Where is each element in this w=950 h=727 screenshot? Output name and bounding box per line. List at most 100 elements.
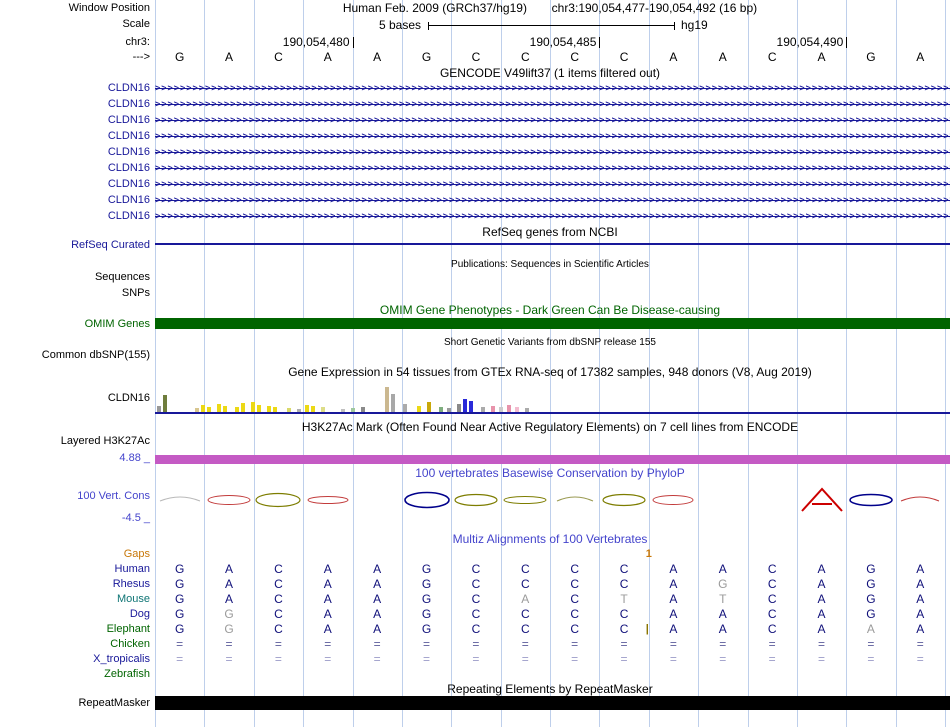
aligned-base: A [669,577,678,591]
aligned-base: C [619,562,629,576]
multiz-species-label[interactable]: Dog [0,608,150,621]
multiz-row[interactable]: = = = = = = = = = = = = = = = = [155,637,950,652]
aligned-base: A [718,607,727,621]
multiz-species-label[interactable]: Rhesus [0,578,150,591]
aligned-base: A [669,622,678,636]
aligned-base: C [570,577,580,591]
aligned-base: = [818,652,826,666]
aligned-base: C [471,622,481,636]
aligned-base: = [916,637,924,651]
aligned-base: A [817,622,826,636]
aligned-base: = [571,652,579,666]
repeatmasker-item[interactable] [155,696,950,710]
aligned-base: C [570,592,580,606]
aligned-base: G [421,592,432,606]
aligned-base: C [274,592,283,606]
aligned-base: C [767,607,777,621]
aligned-base: = [571,637,579,651]
aligned-base: = [719,652,727,666]
aligned-base: A [916,577,925,591]
aligned-base: A [323,607,332,621]
aligned-base: A [225,577,234,591]
aligned-base: T [620,592,628,606]
aligned-base: = [669,652,677,666]
aligned-base: C [471,607,481,621]
aligned-base: C [520,577,530,591]
aligned-base: A [866,622,875,636]
aligned-base: = [373,652,381,666]
aligned-base: = [867,637,875,651]
aligned-base: = [768,652,776,666]
aligned-base: A [225,592,234,606]
repeatmasker-track-title[interactable]: Repeating Elements by RepeatMasker [155,683,945,696]
aligned-base: C [767,622,777,636]
aligned-base: C [570,562,580,576]
multiz-row[interactable]: 1 [155,547,950,562]
aligned-base: A [323,622,332,636]
aligned-base: = [274,652,282,666]
aligned-base: A [817,607,826,621]
aligned-base: G [421,622,432,636]
aligned-base: = [521,637,529,651]
aligned-base: = [719,637,727,651]
aligned-base: C [767,562,777,576]
insertion-marker: 1 [645,548,652,560]
aligned-base: A [817,577,826,591]
aligned-base: A [718,562,727,576]
aligned-base: A [521,592,530,606]
aligned-base: A [916,622,925,636]
multiz-row[interactable]: = = = = = = = = = = = = = = = = [155,652,950,667]
aligned-base: C [274,622,283,636]
aligned-base: C [570,622,580,636]
multiz-species-label[interactable]: Zebrafish [0,668,150,681]
multiz-species-label[interactable]: Elephant [0,623,150,636]
multiz-species-label[interactable]: Mouse [0,593,150,606]
aligned-base: = [916,652,924,666]
aligned-base: A [669,607,678,621]
aligned-base: A [916,562,925,576]
aligned-base: G [175,577,185,591]
multiz-row[interactable] [155,667,950,682]
multiz-row[interactable]: G G C A A G C C C C A A C A A A | [155,622,950,637]
aligned-base: = [620,652,628,666]
repeatmasker-label[interactable]: RepeatMasker [0,697,150,710]
aligned-base: = [423,652,431,666]
aligned-base: A [373,622,382,636]
aligned-base: A [916,607,925,621]
aligned-base: G [175,562,185,576]
aligned-base: C [274,607,283,621]
aligned-base: = [324,637,332,651]
aligned-base: = [620,637,628,651]
aligned-base: = [225,652,233,666]
aligned-base: C [570,607,580,621]
aligned-base: = [373,637,381,651]
aligned-base: C [471,577,481,591]
aligned-base: G [421,607,432,621]
aligned-base: = [867,652,875,666]
aligned-base: A [323,577,332,591]
aligned-base: = [472,652,480,666]
aligned-base: = [768,637,776,651]
aligned-base: A [718,622,727,636]
multiz-species-label[interactable]: Human [0,563,150,576]
multiz-row[interactable]: GACAAGCCCCAGCAGA [155,577,950,592]
multiz-row[interactable]: GACAAGCCCCAACAGA [155,562,950,577]
aligned-base: A [225,562,234,576]
multiz-species-label[interactable]: Gaps [0,548,150,561]
aligned-base: C [471,592,481,606]
aligned-base: G [421,562,432,576]
aligned-base: C [619,577,629,591]
aligned-base: = [521,652,529,666]
multiz-species-label[interactable]: Chicken [0,638,150,651]
aligned-base: G [224,607,234,621]
aligned-base: G [866,577,876,591]
aligned-base: = [225,637,233,651]
aligned-base: A [817,592,826,606]
multiz-species-label[interactable]: X_tropicalis [0,653,150,666]
multiz-row[interactable]: GGCAAGCCCCAACAGA [155,607,950,622]
multiz-row[interactable]: GACAAGCACTATCAGA [155,592,950,607]
aligned-base: C [520,622,530,636]
aligned-base: G [866,607,876,621]
aligned-base: G [175,622,185,636]
aligned-base: G [175,607,185,621]
